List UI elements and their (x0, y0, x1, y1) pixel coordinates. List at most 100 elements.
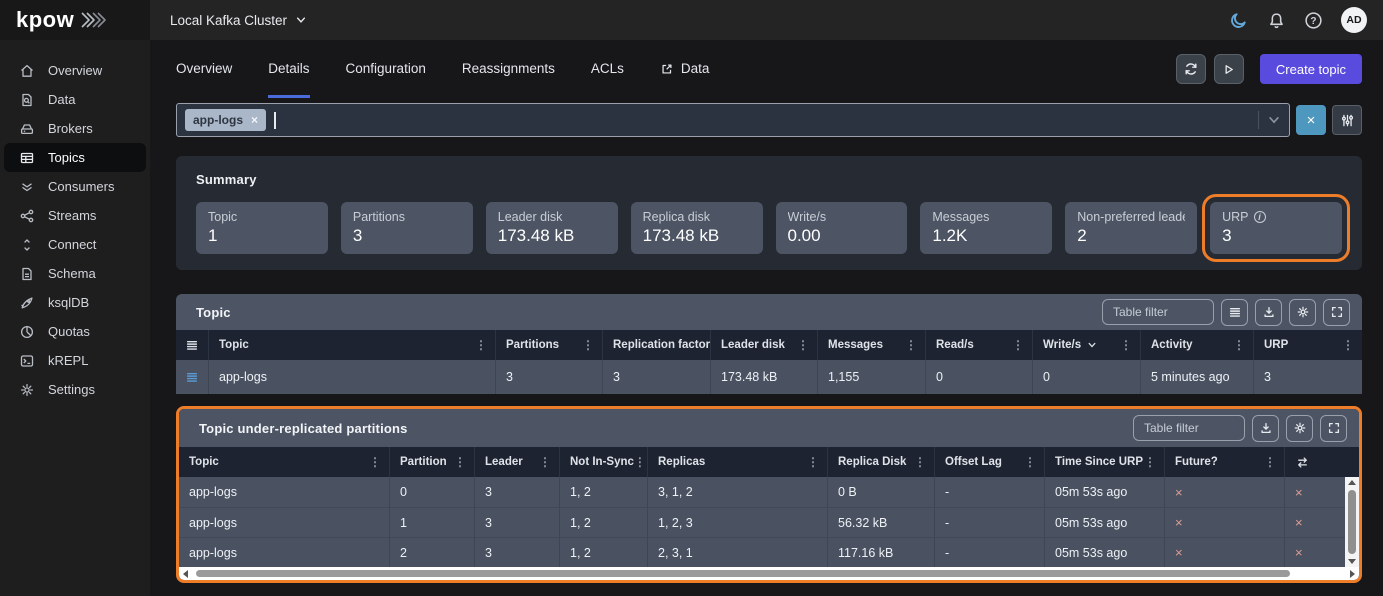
column-header-reassign[interactable] (1284, 447, 1359, 477)
sidebar-item-quotas[interactable]: Quotas (4, 317, 146, 346)
user-avatar[interactable]: AD (1341, 7, 1367, 33)
card-label: Messages (932, 210, 1040, 224)
vertical-scrollbar[interactable] (1345, 477, 1359, 567)
vertical-scroll-thumb[interactable] (1348, 490, 1356, 554)
column-header-urp[interactable]: URP⋮ (1253, 330, 1362, 360)
urp-table-row[interactable]: app-logs 2 3 1, 2 2, 3, 1 117.16 kB - 05… (179, 537, 1359, 567)
column-kebab-icon[interactable]: ⋮ (1024, 455, 1036, 469)
scroll-right-arrow[interactable] (1350, 570, 1355, 578)
tab-acls[interactable]: ACLs (591, 40, 624, 98)
sidebar-item-consumers[interactable]: Consumers (4, 172, 146, 201)
download-button[interactable] (1255, 299, 1282, 326)
topic-search-input[interactable]: app-logs × (176, 103, 1290, 137)
settings-button[interactable] (1286, 415, 1313, 442)
settings-button[interactable] (1289, 299, 1316, 326)
urp-table-row[interactable]: app-logs 0 3 1, 2 3, 1, 2 0 B - 05m 53s … (179, 477, 1359, 507)
column-kebab-icon[interactable]: ⋮ (1012, 338, 1024, 352)
tab-label: Overview (176, 61, 232, 76)
summary-card-writes: Write/s 0.00 (776, 202, 908, 254)
scroll-left-arrow[interactable] (183, 570, 188, 578)
table-filter-input[interactable] (1133, 415, 1245, 441)
column-header-time-since-urp[interactable]: Time Since URP⋮ (1044, 447, 1164, 477)
column-kebab-icon[interactable]: ⋮ (475, 338, 487, 352)
column-kebab-icon[interactable]: ⋮ (539, 455, 551, 469)
fullscreen-button[interactable] (1323, 299, 1350, 326)
column-header-messages[interactable]: Messages⋮ (817, 330, 925, 360)
connect-chevrons-icon (19, 237, 35, 253)
tab-configuration[interactable]: Configuration (346, 40, 426, 98)
column-header-replicas[interactable]: Replicas⋮ (647, 447, 827, 477)
column-kebab-icon[interactable]: ⋮ (1120, 338, 1132, 352)
tab-data[interactable]: Data (660, 40, 710, 98)
column-header-leader[interactable]: Leader⋮ (474, 447, 559, 477)
sidebar-item-ksqldb[interactable]: ksqlDB (4, 288, 146, 317)
help-button[interactable]: ? (1304, 11, 1323, 30)
play-button[interactable] (1214, 54, 1244, 84)
column-menu-button[interactable] (1221, 299, 1248, 326)
scroll-down-arrow[interactable] (1348, 559, 1356, 564)
dark-mode-toggle[interactable] (1229, 10, 1249, 30)
clear-filter-button[interactable]: × (1296, 105, 1326, 135)
horizontal-scroll-thumb[interactable] (196, 570, 1290, 577)
column-kebab-icon[interactable]: ⋮ (1342, 338, 1354, 352)
column-kebab-icon[interactable]: ⋮ (369, 455, 381, 469)
column-kebab-icon[interactable]: ⋮ (634, 455, 646, 469)
column-kebab-icon[interactable]: ⋮ (807, 455, 819, 469)
filter-chip[interactable]: app-logs × (185, 109, 266, 131)
column-header-offset-lag[interactable]: Offset Lag⋮ (934, 447, 1044, 477)
cell-not-in-sync: 1, 2 (559, 477, 647, 507)
filter-options-button[interactable] (1332, 105, 1362, 135)
external-link-icon (660, 62, 674, 76)
notifications-button[interactable] (1267, 11, 1286, 30)
row-menu-header[interactable] (176, 330, 208, 360)
column-header-replica-disk[interactable]: Replica Disk⋮ (827, 447, 934, 477)
column-header-leader-disk[interactable]: Leader disk⋮ (710, 330, 817, 360)
sidebar-item-schema[interactable]: Schema (4, 259, 146, 288)
column-kebab-icon[interactable]: ⋮ (1144, 455, 1156, 469)
tab-overview[interactable]: Overview (176, 40, 232, 98)
cluster-selector[interactable]: Local Kafka Cluster (170, 13, 307, 28)
chip-remove-icon[interactable]: × (251, 113, 258, 127)
column-header-reads[interactable]: Read/s⋮ (925, 330, 1032, 360)
column-kebab-icon[interactable]: ⋮ (905, 338, 917, 352)
column-header-writes[interactable]: Write/s ⋮ (1032, 330, 1140, 360)
column-kebab-icon[interactable]: ⋮ (582, 338, 594, 352)
tab-details[interactable]: Details (268, 40, 309, 98)
column-header-topic[interactable]: Topic⋮ (208, 330, 495, 360)
sidebar-item-connect[interactable]: Connect (4, 230, 146, 259)
sidebar-item-overview[interactable]: Overview (4, 56, 146, 85)
scroll-up-arrow[interactable] (1348, 480, 1356, 485)
logo[interactable]: kpow (0, 0, 150, 40)
table-filter-input[interactable] (1102, 299, 1214, 325)
tab-reassignments[interactable]: Reassignments (462, 40, 555, 98)
sidebar-item-krepl[interactable]: kREPL (4, 346, 146, 375)
column-kebab-icon[interactable]: ⋮ (797, 338, 809, 352)
sidebar-item-settings[interactable]: Settings (4, 375, 146, 404)
refresh-button[interactable] (1176, 54, 1206, 84)
sidebar-item-topics[interactable]: Topics (4, 143, 146, 172)
topic-table-row[interactable]: app-logs 3 3 173.48 kB 1,155 0 0 5 minut… (176, 360, 1362, 394)
sidebar-item-brokers[interactable]: Brokers (4, 114, 146, 143)
column-kebab-icon[interactable]: ⋮ (914, 455, 926, 469)
column-header-partitions[interactable]: Partitions⋮ (495, 330, 602, 360)
urp-table-row[interactable]: app-logs 1 3 1, 2 1, 2, 3 56.32 kB - 05m… (179, 507, 1359, 537)
column-kebab-icon[interactable]: ⋮ (454, 455, 466, 469)
column-header-activity[interactable]: Activity⋮ (1140, 330, 1253, 360)
column-header-topic[interactable]: Topic⋮ (179, 447, 389, 477)
sidebar-item-streams[interactable]: Streams (4, 201, 146, 230)
chevron-down-icon[interactable] (1267, 113, 1281, 127)
horizontal-scrollbar[interactable] (179, 567, 1359, 580)
create-topic-button[interactable]: Create topic (1260, 54, 1362, 84)
column-header-future[interactable]: Future?⋮ (1164, 447, 1284, 477)
column-kebab-icon[interactable]: ⋮ (1264, 455, 1276, 469)
column-kebab-icon[interactable]: ⋮ (1233, 338, 1245, 352)
row-menu-icon[interactable] (176, 360, 208, 394)
info-icon[interactable]: i (1254, 211, 1266, 223)
cell-topic[interactable]: app-logs (208, 360, 495, 394)
column-header-replication-factor[interactable]: Replication factor⋮ (602, 330, 710, 360)
fullscreen-button[interactable] (1320, 415, 1347, 442)
download-button[interactable] (1252, 415, 1279, 442)
column-header-partition[interactable]: Partition⋮ (389, 447, 474, 477)
column-header-not-in-sync[interactable]: Not In-Sync⋮ (559, 447, 647, 477)
sidebar-item-data[interactable]: Data (4, 85, 146, 114)
